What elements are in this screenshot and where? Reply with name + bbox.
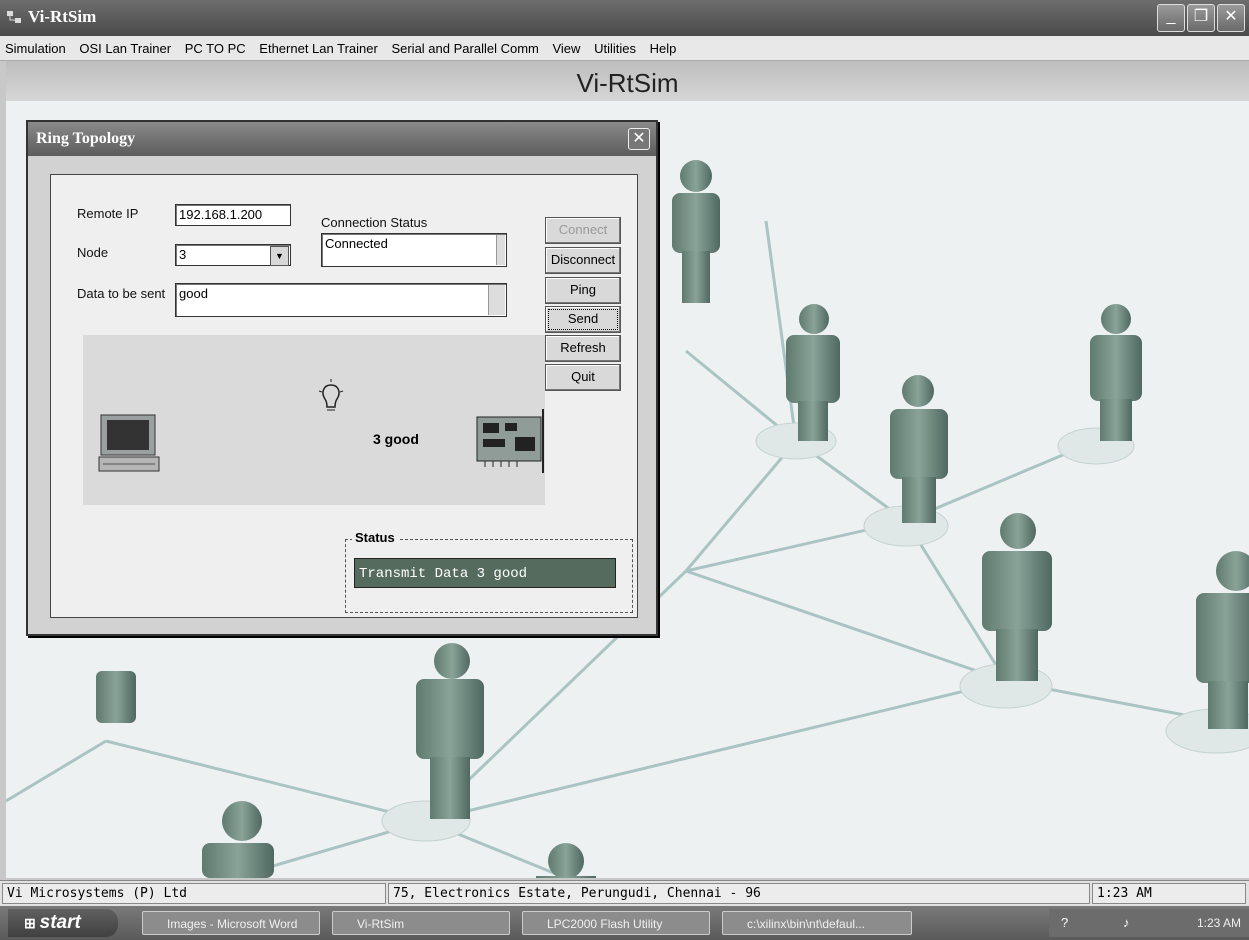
windows-flag-icon: ⊞ — [24, 915, 40, 931]
status-time: 1:23 AM — [1092, 883, 1246, 904]
app-title: Vi-RtSim — [28, 7, 97, 26]
lightbulb-icon — [318, 379, 344, 411]
data-to-send-input[interactable]: good — [175, 283, 507, 317]
start-button[interactable]: ⊞ start — [8, 909, 118, 937]
menu-simulation[interactable]: Simulation — [0, 36, 71, 56]
task-xilinx[interactable]: c:\xilinx\bin\nt\defaul... — [722, 911, 912, 935]
status-address: 75, Electronics Estate, Perungudi, Chenn… — [388, 883, 1090, 904]
menu-ethernet-lan-trainer[interactable]: Ethernet Lan Trainer — [254, 36, 383, 56]
connect-button[interactable]: Connect — [545, 217, 621, 244]
node-select-value: 3 — [179, 247, 187, 262]
menu-serial-parallel-comm[interactable]: Serial and Parallel Comm — [386, 36, 543, 56]
scrollbar[interactable] — [496, 235, 505, 265]
task-vi-rtsim[interactable]: Vi-RtSim — [332, 911, 510, 935]
chevron-down-icon[interactable]: ▼ — [270, 246, 289, 266]
disconnect-button[interactable]: Disconnect — [545, 247, 621, 274]
close-icon[interactable]: ✕ — [628, 128, 650, 150]
simulation-area: 3 good — [83, 335, 545, 505]
status-field: Transmit Data 3 good — [354, 558, 616, 588]
menu-help[interactable]: Help — [645, 36, 682, 56]
send-button[interactable]: Send — [545, 306, 621, 333]
dialog-title: Ring Topology — [36, 130, 136, 147]
taskbar: ⊞ start Images - Microsoft Word Vi-RtSim… — [0, 906, 1249, 940]
task-word[interactable]: Images - Microsoft Word — [142, 911, 320, 935]
dialog-titlebar: Ring Topology ✕ — [28, 122, 656, 156]
refresh-button[interactable]: Refresh — [545, 335, 621, 362]
status-group: Status Transmit Data 3 good — [345, 530, 633, 613]
status-legend: Status — [352, 530, 398, 545]
close-icon[interactable]: ✕ — [1217, 4, 1245, 32]
ring-topology-dialog: Ring Topology ✕ Remote IP 192.168.1.200 … — [26, 120, 658, 636]
banner: Vi-RtSim — [6, 61, 1249, 101]
maximize-icon[interactable]: ❐ — [1187, 4, 1215, 32]
tray-clock: 1:23 AM — [1196, 916, 1241, 930]
menu-pc-to-pc[interactable]: PC TO PC — [180, 36, 251, 56]
status-company: Vi Microsystems (P) Ltd — [2, 883, 386, 904]
connection-status-label: Connection Status — [321, 215, 428, 230]
computer-icon — [98, 414, 160, 472]
remote-ip-input[interactable]: 192.168.1.200 — [175, 204, 291, 226]
node-select[interactable]: 3 ▼ — [175, 244, 291, 266]
menu-utilities[interactable]: Utilities — [589, 36, 641, 56]
simulation-text: 3 good — [373, 431, 419, 447]
data-to-send-value: good — [179, 286, 208, 301]
minimize-icon[interactable]: _ — [1157, 4, 1185, 32]
app-titlebar: Vi-RtSim _ ❐ ✕ — [0, 0, 1249, 36]
ping-button[interactable]: Ping — [545, 277, 621, 304]
menu-view[interactable]: View — [547, 36, 585, 56]
app-icon — [7, 11, 21, 23]
start-label: start — [39, 912, 81, 933]
menu-bar: Simulation OSI Lan Trainer PC TO PC Ethe… — [0, 36, 1249, 61]
system-tray: ? ♪ 1:23 AM — [1049, 909, 1249, 937]
connection-status-value: Connected — [325, 236, 388, 251]
dialog-panel: Remote IP 192.168.1.200 Node 3 ▼ Connect… — [50, 174, 638, 618]
task-lpc2000[interactable]: LPC2000 Flash Utility — [522, 911, 710, 935]
speaker-icon[interactable]: ♪ — [1123, 915, 1130, 930]
quit-button[interactable]: Quit — [545, 364, 621, 391]
banner-title: Vi-RtSim — [576, 68, 679, 98]
menu-osi-lan-trainer[interactable]: OSI Lan Trainer — [74, 36, 176, 56]
node-label: Node — [77, 245, 109, 260]
remote-ip-label: Remote IP — [77, 206, 139, 221]
client-area: Vi-RtSim Ring Topology ✕ Remote IP 192.1… — [6, 61, 1249, 878]
status-bar: Vi Microsystems (P) Ltd 75, Electronics … — [0, 880, 1249, 907]
network-card-icon — [476, 409, 544, 473]
connection-status-field: Connected — [321, 233, 507, 267]
scrollbar[interactable] — [488, 285, 505, 315]
help-icon[interactable]: ? — [1061, 915, 1068, 930]
data-to-send-label: Data to be sent — [77, 286, 166, 301]
